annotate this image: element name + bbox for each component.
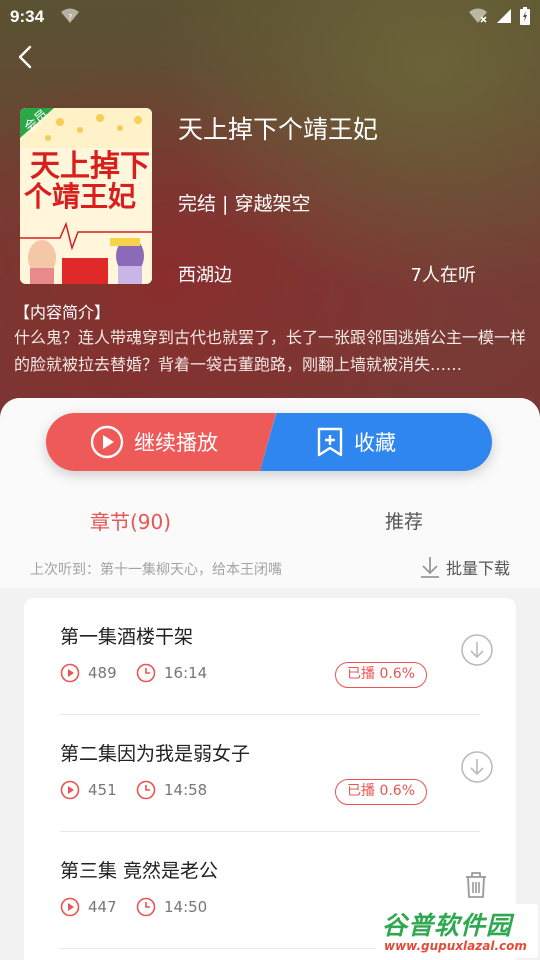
duration-value: 14:58 bbox=[164, 781, 208, 799]
cover-title-line2: 个靖王妃 bbox=[24, 180, 136, 213]
list-item[interactable]: 第一集酒楼干架 489 16:14 已播 0.6% bbox=[60, 598, 493, 715]
book-author[interactable]: 西湖边 bbox=[178, 261, 232, 287]
tab-chapters[interactable]: 章节(90) bbox=[90, 506, 171, 535]
content-sheet: 继续播放 收藏 章节(90) 推荐 上次听到：第十一集柳天心，给本王闭嘴 批量下… bbox=[0, 398, 540, 960]
download-button[interactable] bbox=[460, 633, 494, 671]
download-button[interactable] bbox=[460, 750, 494, 788]
intro-text[interactable]: 什么鬼？连人带魂穿到古代也就罢了，长了一张跟邻国逃婚公主一模一样的脸就被拉去替婚… bbox=[14, 324, 528, 378]
play-circle-icon bbox=[90, 425, 124, 459]
list-item[interactable]: 第二集因为我是弱女子 451 14:58 已播 0.6% bbox=[60, 715, 493, 832]
status-time: 9:34 bbox=[10, 7, 45, 26]
play-count: 447 bbox=[60, 897, 117, 917]
play-count: 489 bbox=[60, 663, 117, 683]
duration: 14:50 bbox=[136, 897, 207, 917]
last-heard-text[interactable]: 上次听到：第十一集柳天心，给本王闭嘴 bbox=[30, 559, 282, 579]
listener-count: 7人在听 bbox=[410, 265, 476, 286]
intro-label: 【内容简介】 bbox=[14, 303, 111, 322]
duration: 14:58 bbox=[136, 780, 207, 800]
episode-title: 第一集酒楼干架 bbox=[60, 626, 194, 648]
clock-icon bbox=[136, 780, 156, 800]
book-title: 天上掉下个靖王妃 bbox=[178, 115, 379, 144]
watermark-url: www.gupuxlazal.com bbox=[384, 939, 527, 953]
book-cover[interactable]: 会员 天上掉下 个靖王妃 bbox=[20, 108, 152, 284]
play-count-value: 489 bbox=[88, 664, 117, 682]
collect-label: 收藏 bbox=[354, 431, 396, 455]
bookmark-add-icon bbox=[316, 427, 344, 457]
book-meta: 完结 | 穿越架空 bbox=[178, 193, 311, 215]
duration-value: 16:14 bbox=[164, 664, 208, 682]
duration: 16:14 bbox=[136, 663, 207, 683]
batch-download-label: 批量下载 bbox=[445, 559, 510, 578]
watermark-title: 谷普软件园 bbox=[382, 911, 513, 940]
wifi-question-icon: ? bbox=[60, 8, 80, 28]
status-bar: 9:34 ? bbox=[0, 0, 540, 34]
watermark: 谷普软件园 www.gupuxlazal.com bbox=[376, 904, 538, 958]
clock-icon bbox=[136, 663, 156, 683]
delete-button[interactable] bbox=[462, 870, 490, 904]
svg-text:?: ? bbox=[68, 13, 72, 22]
batch-download-button[interactable]: 批量下载 bbox=[420, 555, 510, 579]
play-count-icon bbox=[60, 663, 80, 683]
progress-badge: 已播 0.6% bbox=[335, 662, 428, 688]
tab-recommend[interactable]: 推荐 bbox=[385, 507, 423, 534]
clock-icon bbox=[136, 897, 156, 917]
play-count-value: 447 bbox=[88, 898, 117, 916]
cover-title-line1: 天上掉下 bbox=[30, 149, 150, 184]
continue-play-button[interactable]: 继续播放 bbox=[46, 413, 276, 471]
play-count-icon bbox=[60, 897, 80, 917]
download-icon bbox=[461, 751, 493, 783]
signal-icon bbox=[496, 8, 512, 28]
episode-title: 第三集 竟然是老公 bbox=[60, 860, 219, 882]
play-count-value: 451 bbox=[88, 781, 117, 799]
wifi-off-icon bbox=[468, 8, 488, 28]
battery-icon bbox=[520, 7, 530, 29]
download-icon bbox=[461, 634, 493, 666]
action-bar: 继续播放 收藏 bbox=[46, 413, 492, 471]
back-arrow-icon bbox=[18, 45, 32, 69]
play-count: 451 bbox=[60, 780, 117, 800]
progress-badge: 已播 0.6% bbox=[335, 779, 428, 805]
book-header: 9:34 ? 会员 天上掉下 个靖王妃 天上掉下个靖王妃 完结 | 穿越架空 西… bbox=[0, 0, 540, 430]
trash-icon bbox=[466, 872, 486, 898]
continue-play-label: 继续播放 bbox=[134, 431, 218, 455]
play-count-icon bbox=[60, 780, 80, 800]
download-arrow-icon bbox=[420, 555, 440, 579]
duration-value: 14:50 bbox=[164, 898, 208, 916]
collect-button[interactable]: 收藏 bbox=[260, 413, 492, 471]
episode-title: 第二集因为我是弱女子 bbox=[60, 743, 251, 765]
back-button[interactable] bbox=[12, 42, 42, 72]
